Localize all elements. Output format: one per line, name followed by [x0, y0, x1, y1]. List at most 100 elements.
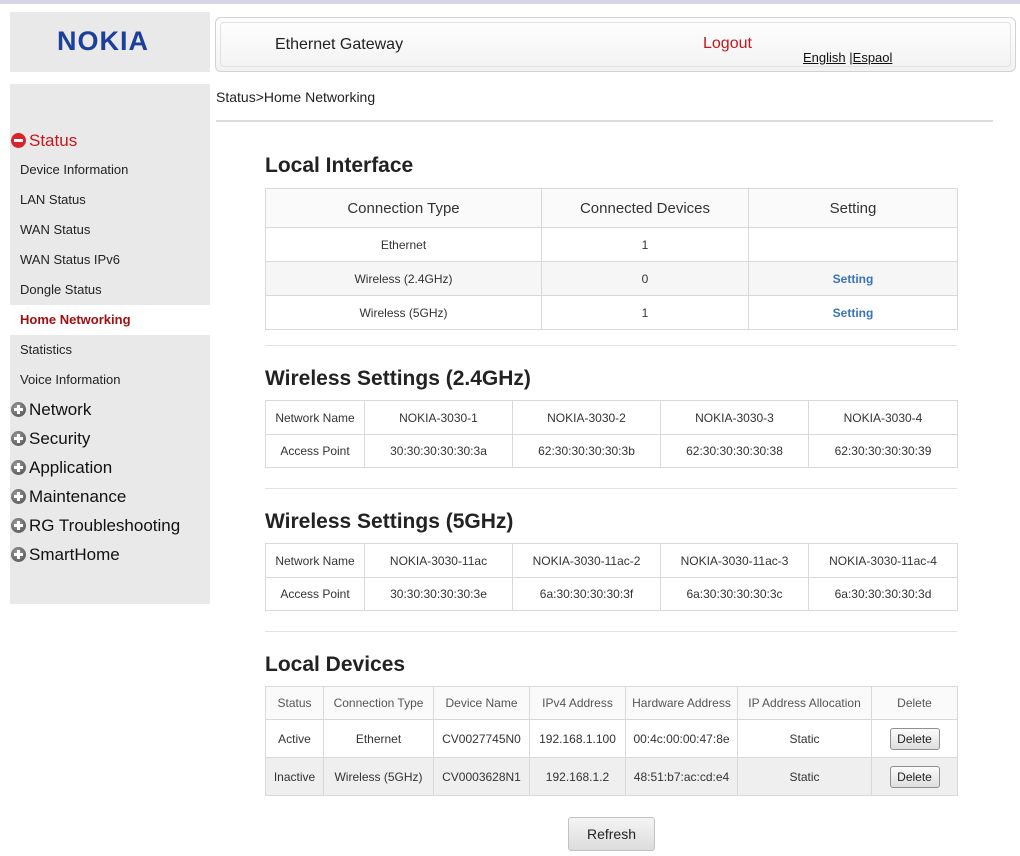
logout-link[interactable]: Logout — [703, 35, 752, 53]
column-header: Hardware Address — [625, 686, 738, 720]
delete-cell: Delete — [871, 719, 958, 758]
sidebar-item-lan-status[interactable]: LAN Status — [10, 185, 210, 215]
table-row: Active Ethernet CV0027745N0 192.168.1.10… — [265, 719, 958, 758]
collapse-minus-icon — [11, 133, 26, 148]
sidebar-category-label: Maintenance — [29, 487, 127, 506]
table-row: Wireless (5GHz) 1 Setting — [265, 295, 958, 330]
logo-divider — [10, 72, 210, 84]
wireless-24ghz-table: Network Name NOKIA-3030-1 NOKIA-3030-2 N… — [265, 400, 958, 468]
expand-plus-icon — [11, 547, 26, 562]
ip-allocation-cell: Static — [737, 719, 872, 758]
access-point-cell: 62:30:30:30:30:39 — [808, 434, 958, 468]
delete-button[interactable]: Delete — [889, 765, 940, 788]
table-row: Network Name NOKIA-3030-11ac NOKIA-3030-… — [265, 543, 958, 578]
sidebar-item-device-information[interactable]: Device Information — [10, 155, 210, 185]
sidebar-category-label: SmartHome — [29, 545, 120, 564]
ip-allocation-cell: Static — [737, 757, 872, 796]
connected-devices-cell: 1 — [541, 227, 749, 262]
table-row: Ethernet 1 — [265, 227, 958, 262]
connection-type-cell: Wireless (5GHz) — [323, 757, 434, 796]
wireless-24ghz-title: Wireless Settings (2.4GHz) — [265, 367, 531, 390]
setting-link-24ghz[interactable]: Setting — [833, 272, 874, 286]
section-divider — [265, 631, 957, 632]
connected-devices-cell: 0 — [541, 261, 749, 296]
network-name-cell: NOKIA-3030-2 — [512, 400, 661, 435]
wireless-5ghz-table: Network Name NOKIA-3030-11ac NOKIA-3030-… — [265, 543, 958, 611]
language-switcher: English |Espaol — [803, 50, 892, 65]
english-link[interactable]: English — [803, 50, 846, 65]
hardware-address-cell: 48:51:b7:ac:cd:e4 — [625, 757, 738, 796]
connected-devices-cell: 1 — [541, 295, 749, 330]
network-name-cell: NOKIA-3030-11ac-3 — [660, 543, 809, 578]
network-name-cell: NOKIA-3030-11ac — [364, 543, 513, 578]
access-point-cell: 30:30:30:30:30:3a — [364, 434, 513, 468]
sidebar-item-home-networking[interactable]: Home Networking — [10, 305, 210, 335]
row-label: Network Name — [265, 543, 365, 578]
expand-plus-icon — [11, 402, 26, 417]
column-header: Connection Type — [323, 686, 434, 720]
access-point-cell: 30:30:30:30:30:3e — [364, 577, 513, 611]
table-row: Access Point 30:30:30:30:30:3a 62:30:30:… — [265, 434, 958, 468]
top-accent-line — [0, 0, 1020, 4]
sidebar-category-maintenance[interactable]: Maintenance — [10, 482, 210, 511]
hardware-address-cell: 00:4c:00:00:47:8e — [625, 719, 738, 758]
expand-plus-icon — [11, 460, 26, 475]
refresh-button[interactable]: Refresh — [568, 817, 655, 851]
gateway-title: Ethernet Gateway — [275, 36, 404, 53]
network-name-cell: NOKIA-3030-1 — [364, 400, 513, 435]
network-name-cell: NOKIA-3030-4 — [808, 400, 958, 435]
sidebar-category-rg-troubleshooting[interactable]: RG Troubleshooting — [10, 511, 210, 540]
network-name-cell: NOKIA-3030-11ac-2 — [512, 543, 661, 578]
table-row: Network Name NOKIA-3030-1 NOKIA-3030-2 N… — [265, 400, 958, 435]
local-interface-table: Connection Type Connected Devices Settin… — [265, 188, 958, 330]
table-row: Wireless (2.4GHz) 0 Setting — [265, 261, 958, 296]
sidebar-menu: Status Device Information LAN Status WAN… — [10, 126, 210, 569]
nokia-logo: NOKIA — [57, 26, 149, 56]
connection-type-cell: Ethernet — [265, 227, 542, 262]
status-cell: Inactive — [265, 757, 324, 796]
expand-plus-icon — [11, 431, 26, 446]
delete-button[interactable]: Delete — [889, 727, 940, 750]
connection-type-cell: Wireless (2.4GHz) — [265, 261, 542, 296]
column-header: IPv4 Address — [529, 686, 626, 720]
sidebar-category-label: Network — [29, 400, 92, 419]
row-label: Access Point — [265, 434, 365, 468]
expand-plus-icon — [11, 489, 26, 504]
access-point-cell: 62:30:30:30:30:38 — [660, 434, 809, 468]
wireless-5ghz-title: Wireless Settings (5GHz) — [265, 510, 514, 533]
status-cell: Active — [265, 719, 324, 758]
sidebar-item-dongle-status[interactable]: Dongle Status — [10, 275, 210, 305]
network-name-cell: NOKIA-3030-11ac-4 — [808, 543, 958, 578]
sidebar-item-wan-status-ipv6[interactable]: WAN Status IPv6 — [10, 245, 210, 275]
sidebar-category-status[interactable]: Status — [10, 126, 210, 155]
espanol-link[interactable]: Espaol — [853, 50, 893, 65]
table-header-row: Status Connection Type Device Name IPv4 … — [265, 686, 958, 720]
sidebar-category-security[interactable]: Security — [10, 424, 210, 453]
table-row: Access Point 30:30:30:30:30:3e 6a:30:30:… — [265, 577, 958, 611]
sidebar-item-statistics[interactable]: Statistics — [10, 335, 210, 365]
breadcrumb: Status>Home Networking — [216, 89, 376, 105]
local-devices-table: Status Connection Type Device Name IPv4 … — [265, 686, 958, 796]
device-name-cell: CV0003628N1 — [433, 757, 530, 796]
section-divider — [265, 345, 957, 346]
device-name-cell: CV0027745N0 — [433, 719, 530, 758]
column-header: Connection Type — [265, 188, 542, 228]
sidebar-category-network[interactable]: Network — [10, 395, 210, 424]
network-name-cell: NOKIA-3030-3 — [660, 400, 809, 435]
access-point-cell: 6a:30:30:30:30:3f — [512, 577, 661, 611]
setting-cell — [748, 227, 958, 262]
row-label: Network Name — [265, 400, 365, 435]
setting-link-5ghz[interactable]: Setting — [833, 306, 874, 320]
connection-type-cell: Ethernet — [323, 719, 434, 758]
sidebar: NOKIA Status Device Information LAN Stat… — [10, 12, 210, 604]
column-header: Status — [265, 686, 324, 720]
ipv4-cell: 192.168.1.100 — [529, 719, 626, 758]
content-divider — [216, 120, 993, 122]
sidebar-category-smarthome[interactable]: SmartHome — [10, 540, 210, 569]
ipv4-cell: 192.168.1.2 — [529, 757, 626, 796]
sidebar-item-wan-status[interactable]: WAN Status — [10, 215, 210, 245]
logo-area: NOKIA — [10, 12, 210, 72]
sidebar-item-voice-information[interactable]: Voice Information — [10, 365, 210, 395]
sidebar-category-application[interactable]: Application — [10, 453, 210, 482]
table-header-row: Connection Type Connected Devices Settin… — [265, 188, 958, 228]
